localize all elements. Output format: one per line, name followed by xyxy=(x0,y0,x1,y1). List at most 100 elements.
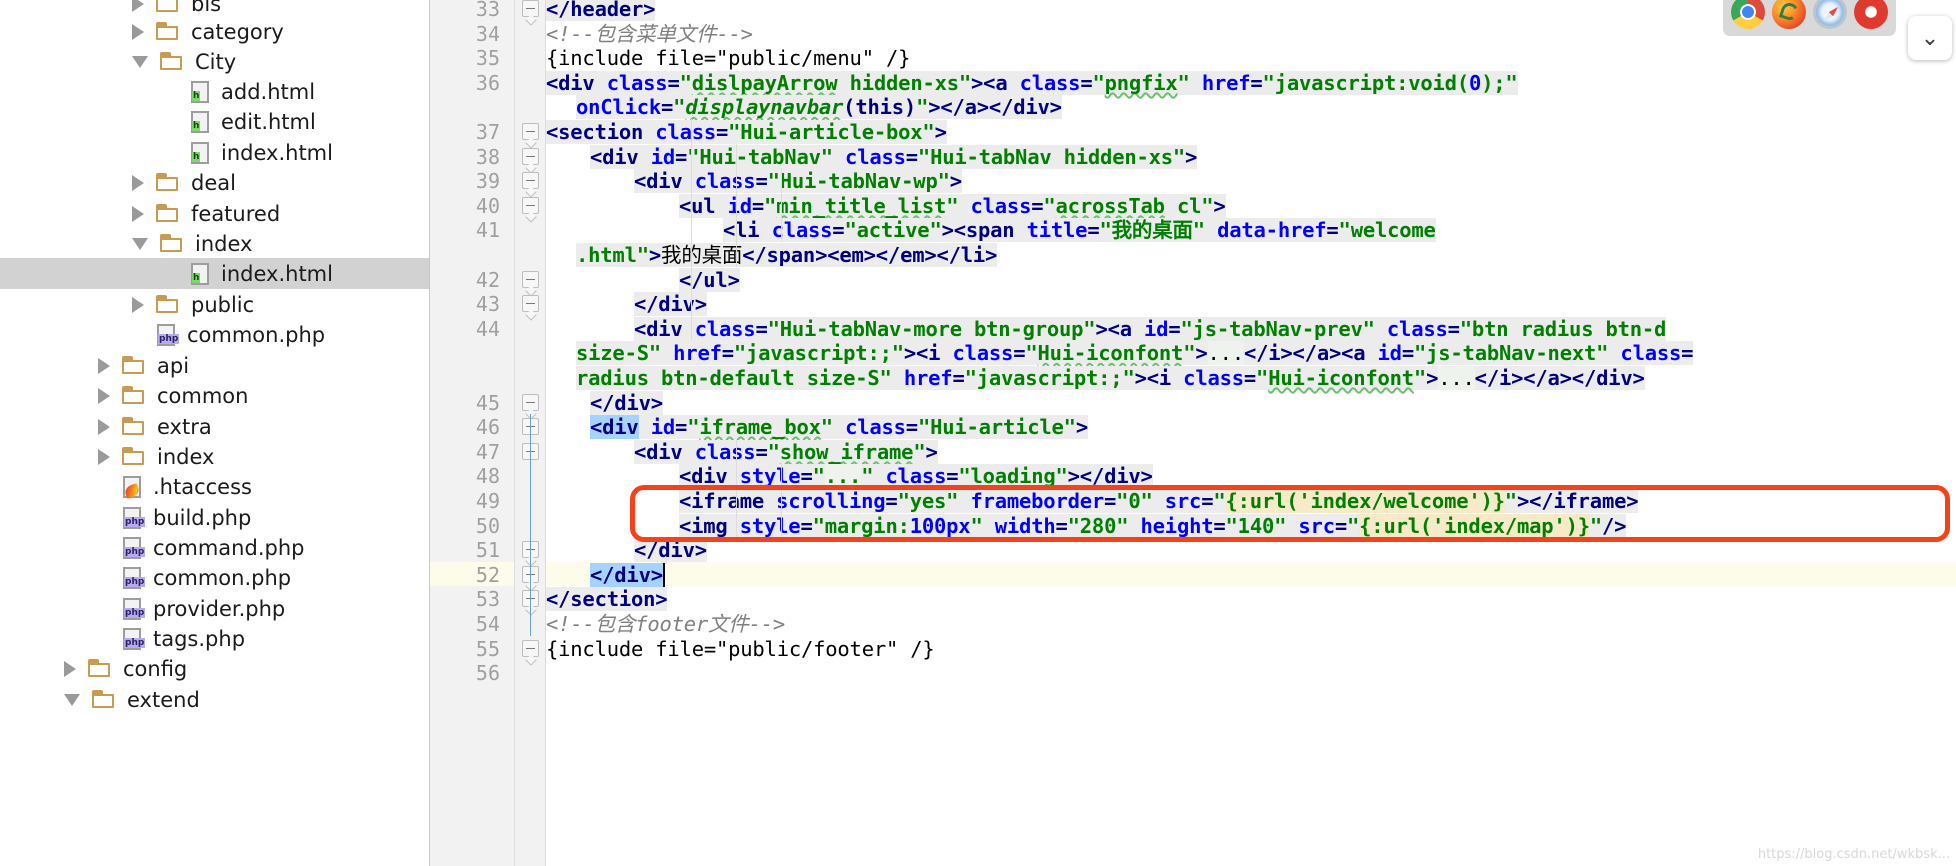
triangle-down-icon[interactable] xyxy=(132,56,148,68)
firefox-icon[interactable] xyxy=(1772,0,1806,29)
tree-item-index[interactable]: index xyxy=(0,441,429,472)
safari-icon[interactable] xyxy=(1813,0,1847,29)
tree-item-add-html[interactable]: h add.html xyxy=(0,76,429,107)
tree-item-city[interactable]: City xyxy=(0,46,429,77)
code-line[interactable]: </div> xyxy=(546,292,707,317)
folder-icon xyxy=(88,659,114,679)
tree-item-config[interactable]: config xyxy=(0,653,429,684)
tree-item-featured[interactable]: featured xyxy=(0,198,429,229)
line-number: 39 xyxy=(475,169,500,194)
htaccess-file-icon xyxy=(122,475,144,499)
code-line[interactable]: </div> xyxy=(546,538,707,563)
code-line[interactable]: </section> xyxy=(546,587,668,612)
triangle-right-icon[interactable] xyxy=(132,0,144,12)
code-line[interactable]: <iframe scrolling="yes" frameborder="0" … xyxy=(546,489,1639,513)
folder-icon xyxy=(160,52,186,72)
code-line[interactable]: <div style="..." class="loading"></div> xyxy=(546,464,1153,489)
tree-item-common[interactable]: common xyxy=(0,380,429,411)
code-line[interactable]: <div id="Hui-tabNav" class="Hui-tabNav h… xyxy=(546,144,1197,169)
fold-toggle[interactable] xyxy=(522,270,539,288)
fold-toggle[interactable] xyxy=(522,639,539,657)
triangle-right-icon[interactable] xyxy=(64,661,76,677)
tree-item-category[interactable]: category xyxy=(0,16,429,47)
code-content[interactable]: </header> <!--包含菜单文件--> {include file="pub… xyxy=(546,0,1956,866)
triangle-right-icon[interactable] xyxy=(98,388,110,404)
code-line[interactable]: <ul id="min_title_list" class="acrossTab… xyxy=(546,193,1226,218)
tree-item-api[interactable]: api xyxy=(0,350,429,381)
tree-item-label: common xyxy=(157,383,249,408)
fold-toggle[interactable] xyxy=(522,123,539,140)
chevron-down-icon[interactable]: ⌄ xyxy=(1908,16,1952,60)
triangle-right-icon[interactable] xyxy=(132,24,144,40)
code-line[interactable]: <div class="show_iframe"> xyxy=(546,439,938,464)
tree-item-common-php[interactable]: php common.php xyxy=(0,319,429,350)
code-line[interactable]: <!--包含菜单文件--> xyxy=(546,22,753,46)
code-line[interactable]: size-S" href="javascript:;"><i class="Hu… xyxy=(546,341,1693,366)
triangle-right-icon[interactable] xyxy=(98,419,110,435)
opera-icon[interactable] xyxy=(1854,0,1888,29)
browser-icon-strip[interactable] xyxy=(1723,0,1896,36)
code-line[interactable]: radius btn-default size-S" href="javascr… xyxy=(546,366,1645,390)
tree-item-deal[interactable]: deal xyxy=(0,167,429,198)
tree-item-label: common.php xyxy=(187,322,326,347)
tree-item-tags-php[interactable]: php tags.php xyxy=(0,623,429,654)
triangle-down-icon[interactable] xyxy=(64,694,80,706)
code-line[interactable]: <div id="iframe_box" class="Hui-article"… xyxy=(546,415,1088,440)
triangle-right-icon[interactable] xyxy=(132,175,144,191)
watermark-text: https://blog.csdn.net/wkbsk... xyxy=(1757,847,1950,862)
tree-item-extra[interactable]: extra xyxy=(0,411,429,442)
code-line[interactable]: <!--包含footer文件--> xyxy=(546,612,785,636)
code-line[interactable]: </ul> xyxy=(546,267,740,292)
line-number: 33 xyxy=(475,0,500,21)
line-number: 49 xyxy=(475,489,500,513)
tree-item-label: deal xyxy=(191,170,236,195)
tree-item-common-php[interactable]: php common.php xyxy=(0,562,429,593)
code-line[interactable]: <section class="Hui-article-box"> xyxy=(546,120,947,144)
triangle-down-icon[interactable] xyxy=(132,238,148,250)
tree-item-index-html[interactable]: h index.html xyxy=(0,258,429,289)
tree-item-index-html[interactable]: h index.html xyxy=(0,137,429,168)
triangle-right-icon[interactable] xyxy=(98,358,110,374)
line-number: 55 xyxy=(475,636,500,661)
tree-item-edit-html[interactable]: h edit.html xyxy=(0,106,429,137)
triangle-right-icon[interactable] xyxy=(132,206,144,222)
tree-item-public[interactable]: public xyxy=(0,289,429,320)
tree-item-command-php[interactable]: php command.php xyxy=(0,532,429,563)
code-line[interactable]: onClick="displaynavbar(this)"></a></div> xyxy=(546,95,1062,120)
code-line[interactable]: <div class="Hui-tabNav-wp"> xyxy=(546,169,962,194)
code-line[interactable]: </div> xyxy=(546,390,663,415)
code-line[interactable]: <li class="active"><span title="我的桌面" da… xyxy=(546,218,1436,243)
tree-item-label: bis xyxy=(191,0,222,16)
tree-item-provider-php[interactable]: php provider.php xyxy=(0,593,429,624)
code-line[interactable]: <div class="dislpayArrow hidden-xs"><a c… xyxy=(546,70,1518,95)
tree-item-label: City xyxy=(195,49,237,74)
code-line[interactable]: <div class="Hui-tabNav-more btn-group"><… xyxy=(546,316,1666,341)
code-line[interactable]: </header> xyxy=(546,0,655,21)
fold-toggle[interactable] xyxy=(522,196,539,214)
folder-icon xyxy=(122,417,148,437)
code-line[interactable]: .html">我的桌面</span><em></em></li> xyxy=(546,243,997,267)
code-line[interactable]: </div> xyxy=(546,562,665,587)
fold-toggle[interactable] xyxy=(522,393,539,411)
chrome-icon[interactable] xyxy=(1731,0,1765,29)
tree-item--htaccess[interactable]: .htaccess xyxy=(0,471,429,502)
code-editor[interactable]: 33 34 35 36 37 38 39 40 41 42 43 44 45 46 47 48 49 50 51 52… xyxy=(430,0,1956,866)
triangle-right-icon[interactable] xyxy=(132,297,144,313)
code-line[interactable]: {include file="public/menu" /} xyxy=(546,46,910,70)
fold-toggle[interactable] xyxy=(522,147,539,165)
code-line[interactable]: {include file="public/footer" /} xyxy=(546,637,935,661)
tree-item-extend[interactable]: extend xyxy=(0,684,429,715)
triangle-right-icon[interactable] xyxy=(98,449,110,465)
fold-toggle[interactable] xyxy=(522,0,539,17)
tree-item-build-php[interactable]: php build.php xyxy=(0,502,429,533)
tree-item-index[interactable]: index xyxy=(0,228,429,259)
fold-toggle[interactable] xyxy=(522,172,539,190)
code-line[interactable]: <img style="margin:100px" width="280" he… xyxy=(546,513,1627,538)
fold-toggle[interactable] xyxy=(522,295,539,313)
project-file-tree[interactable]: bis category City h add.html h edit.html h index… xyxy=(0,0,430,866)
